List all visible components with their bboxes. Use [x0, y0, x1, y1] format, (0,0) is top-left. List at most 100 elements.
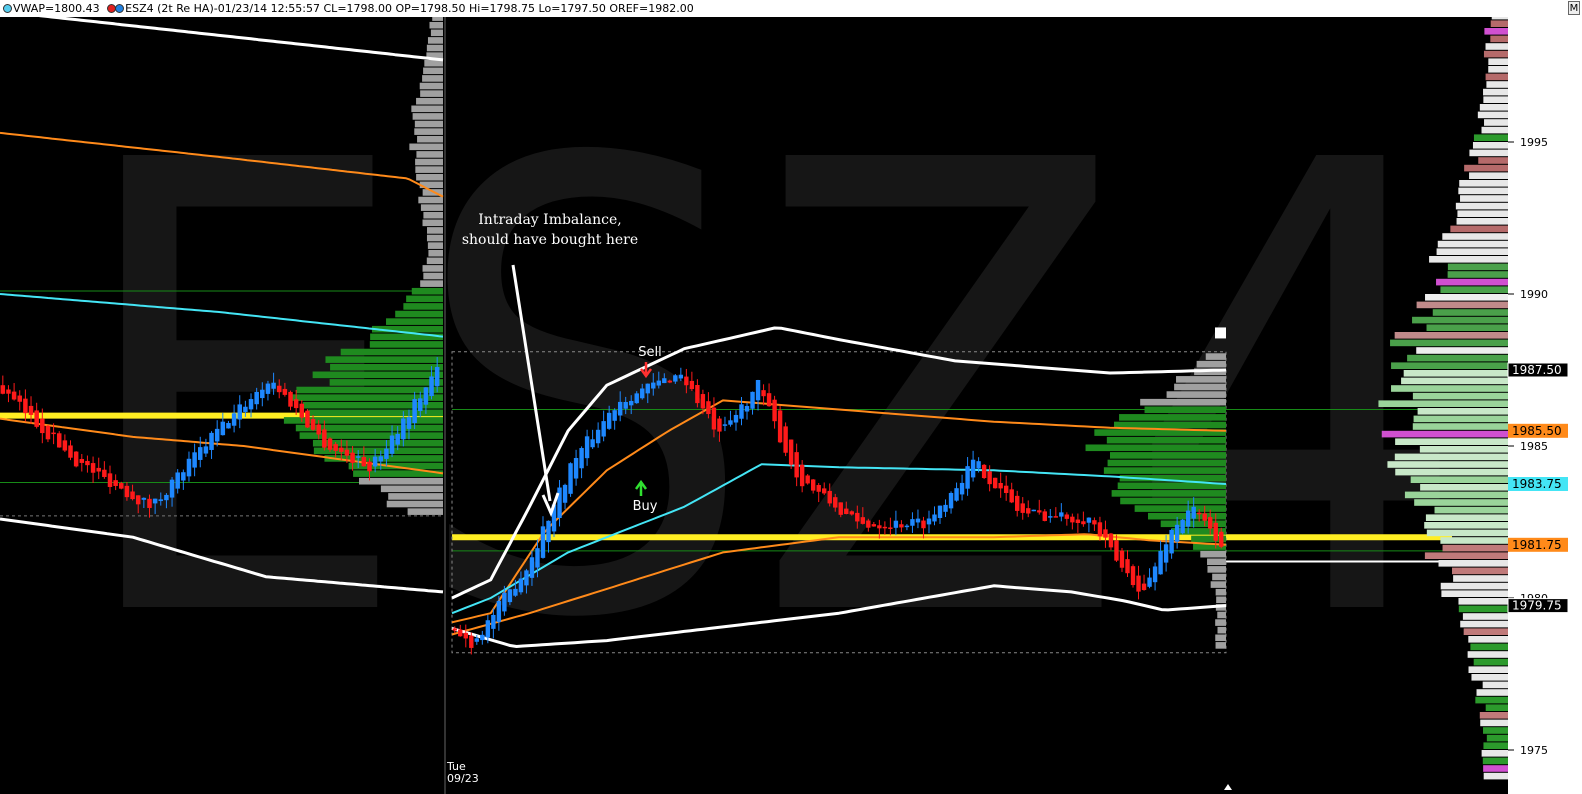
prev-candle: [158, 499, 164, 502]
current-candle: [981, 464, 987, 478]
current-candle: [684, 376, 689, 386]
prev-candle: [51, 432, 56, 435]
price-axis-tick-label: 1985: [1520, 440, 1548, 453]
prev-candle: [423, 387, 429, 405]
prev-volume-profile-bar: [426, 234, 443, 242]
composite-volume-profile-bar: [1490, 35, 1508, 43]
composite-volume-profile-bar: [1469, 172, 1508, 179]
composite-volume-profile-bar: [1458, 598, 1508, 605]
current-candle: [1191, 506, 1196, 519]
current-candle: [1059, 512, 1064, 517]
prev-candle: [45, 425, 51, 440]
composite-volume-profile-bar: [1472, 142, 1508, 149]
current-volume-profile-bar: [1207, 566, 1226, 573]
prev-candle: [209, 432, 214, 450]
prev-candle: [243, 406, 248, 412]
price-chart[interactable]: ESZ4 197519801985199019951987.501985.501…: [0, 17, 1582, 794]
current-candle: [623, 401, 628, 409]
current-candle: [805, 475, 810, 484]
composite-volume-profile-bar: [1478, 157, 1508, 164]
current-candle: [910, 519, 915, 526]
current-candle: [1097, 522, 1103, 537]
current-volume-profile-bar: [1216, 596, 1226, 604]
composite-volume-profile-bar: [1468, 666, 1508, 673]
price-axis-tick-label: 1995: [1520, 136, 1548, 149]
prev-candle: [305, 410, 310, 428]
prev-volume-profile-bar: [420, 90, 443, 97]
composite-volume-profile-bar: [1484, 28, 1508, 35]
prev-volume-profile-bar: [420, 280, 443, 287]
prev-candle: [130, 491, 135, 500]
current-candle: [562, 484, 568, 503]
prev-candle: [28, 405, 34, 415]
current-candle: [937, 505, 943, 518]
instrument-readout: ESZ4 (2t Re HA)-01/23/14 12:55:57 CL=179…: [125, 2, 694, 15]
current-candle: [888, 527, 893, 529]
prev-candle: [102, 469, 107, 478]
current-candle: [1174, 524, 1180, 542]
current-candle: [695, 385, 700, 404]
composite-volume-profile-bar: [1403, 370, 1508, 377]
price-tag-label: 1979.75: [1512, 599, 1562, 613]
composite-volume-profile-bar: [1425, 514, 1508, 521]
prev-candle: [23, 398, 28, 414]
composite-volume-profile-bar: [1486, 81, 1508, 88]
buy-label: Buy: [632, 499, 658, 514]
prev-volume-profile-bar: [359, 477, 443, 485]
composite-volume-profile-bar: [1416, 301, 1508, 309]
current-candle: [777, 410, 783, 443]
composite-volume-profile-bar: [1481, 126, 1508, 134]
current-candle: [546, 520, 551, 543]
composite-volume-profile-bar: [1484, 119, 1508, 126]
prev-candle: [220, 421, 226, 436]
prev-candle: [231, 413, 237, 426]
prev-candle: [299, 403, 305, 418]
composite-volume-profile-bar: [1475, 696, 1508, 704]
composite-volume-profile-bar: [1437, 240, 1508, 248]
current-candle: [970, 459, 976, 478]
prev-volume-profile-bar: [380, 485, 443, 493]
composite-volume-profile-bar: [1483, 772, 1508, 780]
composite-volume-profile-bar: [1424, 552, 1508, 559]
session-date: 09/23: [447, 772, 479, 785]
prev-volume-profile-bar: [422, 75, 443, 82]
composite-volume-profile-bar: [1459, 180, 1508, 187]
current-volume-profile-bar: [1196, 360, 1226, 368]
prev-volume-profile-bar: [426, 257, 443, 265]
current-candle: [739, 404, 744, 419]
composite-volume-profile-bar: [1488, 58, 1508, 65]
prev-candle: [96, 467, 101, 472]
current-candle: [1219, 531, 1224, 547]
composite-volume-profile-bar: [1436, 278, 1508, 286]
current-candle: [1020, 503, 1025, 513]
prev-candle: [293, 399, 299, 409]
current-candle: [540, 526, 546, 558]
current-candle: [1108, 533, 1114, 548]
imbalance-annotation: Intraday Imbalance, should have bought h…: [450, 210, 650, 250]
price-axis-tick-label: 1990: [1520, 288, 1548, 301]
vwap-indicator-dot-icon[interactable]: [3, 4, 12, 13]
current-candle: [783, 426, 788, 453]
esz4-blue-dot-icon[interactable]: [115, 4, 125, 13]
current-candle: [1092, 520, 1097, 525]
prev-candle: [186, 458, 192, 477]
composite-volume-profile-bar: [1440, 582, 1508, 590]
current-candle: [689, 380, 695, 390]
current-candle: [524, 570, 529, 586]
current-candle: [904, 525, 910, 528]
composite-volume-profile-bar: [1456, 218, 1508, 225]
prev-volume-profile-bar: [308, 409, 443, 417]
composite-volume-profile-bar: [1391, 385, 1508, 392]
prev-candle: [198, 447, 203, 460]
current-candle: [1202, 513, 1207, 521]
composite-volume-profile-bar: [1429, 256, 1508, 263]
composite-volume-profile-bar: [1479, 104, 1508, 111]
menu-m-button[interactable]: M: [1568, 1, 1580, 15]
prev-volume-profile-bar: [411, 287, 443, 295]
current-candle: [491, 614, 496, 629]
current-candle: [590, 439, 595, 448]
current-candle: [844, 508, 849, 514]
prev-candle: [73, 451, 79, 467]
current-candle: [463, 632, 468, 639]
current-candle: [1009, 489, 1014, 503]
